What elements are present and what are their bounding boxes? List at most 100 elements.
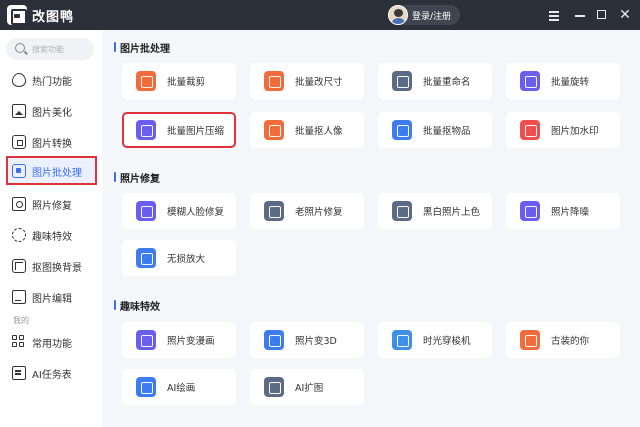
sidebar-item-label: 常用功能 — [32, 339, 72, 350]
app-title: 改图鸭 — [32, 10, 75, 25]
login-button[interactable]: 登录/注册 — [388, 5, 460, 25]
card-label: 模糊人脸修复 — [167, 207, 225, 218]
card-watermark[interactable]: 图片加水印 — [506, 112, 620, 148]
sidebar-item-hot[interactable]: 热门功能 — [8, 66, 96, 94]
resize-icon — [264, 71, 284, 91]
title-bar: 改图鸭 登录/注册 ✕ — [0, 0, 640, 30]
sidebar-item-ai-tasks[interactable]: AI任务表 — [8, 359, 96, 387]
sidebar-item-cutout[interactable]: 抠图换背景 — [8, 252, 96, 280]
card-batch-object-cutout[interactable]: 批量抠物品 — [378, 112, 492, 148]
menu-icon[interactable] — [546, 7, 562, 23]
compress-icon — [136, 120, 156, 140]
section-title-fun: 趣味特效 — [114, 298, 160, 313]
face-repair-icon — [136, 201, 156, 221]
repair-icon — [12, 197, 26, 211]
card-label: 照片变漫画 — [167, 336, 215, 347]
sidebar-item-label: 抠图换背景 — [32, 263, 82, 274]
object-cutout-icon — [392, 120, 412, 140]
portrait-cutout-icon — [264, 120, 284, 140]
search-input[interactable] — [32, 41, 90, 57]
card-label: AI扩图 — [295, 383, 324, 394]
card-face-repair[interactable]: 模糊人脸修复 — [122, 193, 236, 229]
card-label: 批量旋转 — [551, 77, 590, 88]
card-batch-rename[interactable]: 批量重命名 — [378, 63, 492, 99]
card-batch-resize[interactable]: 批量改尺寸 — [250, 63, 364, 99]
mine-section-label: 我的 — [13, 316, 29, 325]
cutout-icon — [12, 259, 26, 273]
ai-task-icon — [12, 366, 26, 380]
card-ancient-costume[interactable]: 古装的你 — [506, 322, 620, 358]
grid-icon — [12, 335, 26, 349]
card-ai-painting[interactable]: AI绘画 — [122, 369, 236, 405]
cube-icon — [264, 330, 284, 350]
ai-paint-icon — [136, 377, 156, 397]
card-ai-expand[interactable]: AI扩图 — [250, 369, 364, 405]
sidebar-item-convert[interactable]: 图片转换 — [8, 128, 96, 156]
sidebar-item-label: 图片转换 — [32, 139, 72, 150]
card-old-photo-repair[interactable]: 老照片修复 — [250, 193, 364, 229]
app-logo-icon — [7, 5, 27, 25]
card-label: 批量裁剪 — [167, 77, 206, 88]
card-label: AI绘画 — [167, 383, 196, 394]
convert-icon — [12, 135, 26, 149]
card-label: 无损放大 — [167, 254, 206, 265]
sidebar: 热门功能 图片美化 图片转换 图片批处理 照片修复 趣味特效 抠图换背景 图片编… — [0, 30, 102, 427]
card-batch-crop[interactable]: 批量裁剪 — [122, 63, 236, 99]
costume-icon — [520, 330, 540, 350]
sidebar-item-label: 趣味特效 — [32, 232, 72, 243]
card-label: 批量重命名 — [423, 77, 471, 88]
upscale-icon — [136, 248, 156, 268]
watermark-icon — [520, 120, 540, 140]
sidebar-item-beautify[interactable]: 图片美化 — [8, 97, 96, 125]
sidebar-item-label: 照片修复 — [32, 201, 72, 212]
denoise-icon — [520, 201, 540, 221]
sparkle-icon — [12, 228, 26, 242]
search-box[interactable] — [6, 38, 94, 60]
sidebar-item-fun-effects[interactable]: 趣味特效 — [8, 221, 96, 249]
fire-icon — [12, 73, 26, 87]
old-photo-icon — [264, 201, 284, 221]
crop-icon — [136, 71, 156, 91]
sidebar-item-edit[interactable]: 图片编辑 — [8, 283, 96, 311]
comic-icon — [136, 330, 156, 350]
card-batch-compress[interactable]: 批量图片压缩 — [122, 112, 236, 148]
search-icon — [15, 43, 25, 53]
rotate-icon — [520, 71, 540, 91]
minimize-icon[interactable] — [572, 7, 588, 23]
card-label: 照片变3D — [295, 336, 337, 347]
batch-icon — [12, 164, 26, 178]
card-label: 图片加水印 — [551, 126, 599, 137]
card-label: 古装的你 — [551, 336, 590, 347]
card-label: 批量图片压缩 — [167, 126, 225, 137]
close-icon[interactable]: ✕ — [617, 7, 633, 23]
section-title-batch: 图片批处理 — [114, 40, 170, 55]
maximize-icon[interactable] — [594, 7, 610, 23]
palette-icon — [392, 201, 412, 221]
sidebar-item-repair[interactable]: 照片修复 — [8, 190, 96, 218]
sidebar-item-label: 图片编辑 — [32, 294, 72, 305]
avatar — [388, 5, 408, 25]
card-label: 批量抠人像 — [295, 126, 343, 137]
card-colorize[interactable]: 黑白照片上色 — [378, 193, 492, 229]
card-label: 黑白照片上色 — [423, 207, 481, 218]
card-label: 批量抠物品 — [423, 126, 471, 137]
card-time-machine[interactable]: 时光穿梭机 — [378, 322, 492, 358]
sidebar-item-label: 图片美化 — [32, 108, 72, 119]
login-label: 登录/注册 — [412, 12, 452, 22]
card-photo-to-comic[interactable]: 照片变漫画 — [122, 322, 236, 358]
expand-icon — [264, 377, 284, 397]
edit-icon — [12, 290, 26, 304]
card-label: 时光穿梭机 — [423, 336, 471, 347]
rename-icon — [392, 71, 412, 91]
card-label: 批量改尺寸 — [295, 77, 343, 88]
image-icon — [12, 104, 26, 118]
card-batch-rotate[interactable]: 批量旋转 — [506, 63, 620, 99]
sidebar-item-frequent[interactable]: 常用功能 — [8, 328, 96, 356]
card-label: 老照片修复 — [295, 207, 343, 218]
time-machine-icon — [392, 330, 412, 350]
card-lossless-upscale[interactable]: 无损放大 — [122, 240, 236, 276]
card-denoise[interactable]: 照片降噪 — [506, 193, 620, 229]
sidebar-item-batch[interactable]: 图片批处理 — [6, 156, 97, 185]
card-photo-to-3d[interactable]: 照片变3D — [250, 322, 364, 358]
card-batch-portrait-cutout[interactable]: 批量抠人像 — [250, 112, 364, 148]
